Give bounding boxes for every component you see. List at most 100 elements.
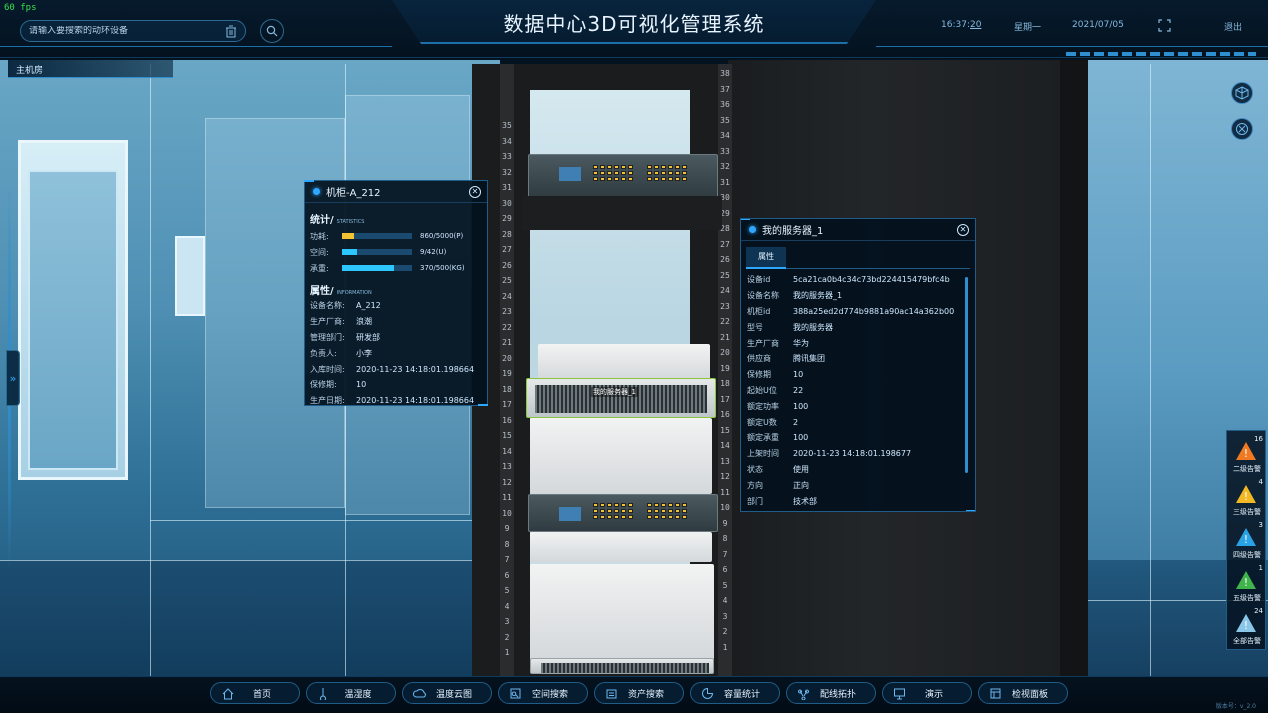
server-top-cover	[530, 564, 714, 660]
u-number: 16	[720, 410, 730, 419]
status-dot	[313, 188, 320, 195]
panel-corner	[966, 510, 975, 511]
u-number: 31	[502, 183, 512, 192]
device-search-input[interactable]	[29, 26, 209, 36]
alarm-item[interactable]: ! 4 三级告警	[1227, 476, 1267, 518]
cabinet-edge	[1060, 60, 1088, 680]
asset-icon	[606, 689, 617, 699]
close-icon[interactable]: ✕	[469, 186, 481, 198]
info-key: 入库时间:	[310, 364, 345, 374]
property-row: 状态 使用	[747, 462, 975, 478]
device-search-box[interactable]	[20, 20, 246, 42]
alarm-item[interactable]: ! 24 全部告警	[1227, 605, 1267, 647]
u-number: 16	[502, 415, 512, 425]
u-number: 24	[720, 286, 730, 295]
u-number: 11	[720, 487, 730, 497]
property-value: 腾讯集团	[793, 354, 825, 364]
property-value: 华为	[793, 338, 809, 348]
alarm-item[interactable]: ! 3 四级告警	[1227, 519, 1267, 561]
property-value: 10	[793, 370, 804, 380]
info-heading: 属性/INFORMATION	[310, 286, 372, 297]
nav-item-4[interactable]: 空间搜索	[498, 682, 588, 704]
room-tab[interactable]: 主机房	[8, 60, 173, 78]
u-number: 17	[502, 400, 512, 409]
panel-corner	[741, 219, 750, 220]
version-label: 版本号：v_2.0	[1215, 703, 1256, 710]
info-row: 生产厂商: 浪潮	[310, 314, 487, 330]
u-number: 7	[722, 549, 728, 559]
u-number: 6	[722, 565, 728, 574]
cabinet-panel-title: 机柜-A_212	[326, 188, 381, 199]
u-number: 35	[502, 121, 512, 130]
property-row: 设备名称 我的服务器_1	[747, 288, 975, 304]
info-key: 设备名称:	[310, 301, 345, 311]
property-value: 388a25ed2d774b9881a90ac14a362b00	[793, 306, 955, 316]
switch-ports	[593, 503, 633, 519]
panel-scrollbar[interactable]	[965, 277, 968, 473]
u-number: 18	[502, 384, 512, 394]
trash-icon[interactable]	[225, 25, 237, 38]
header-divider	[876, 46, 1268, 47]
cabinet-info-panel: 机柜-A_212 ✕ 统计/STATISTICS 功耗: 860/5000(P) 空…	[304, 180, 488, 406]
property-value: 2	[793, 417, 799, 427]
nav-item-3[interactable]: 温度云图	[402, 682, 492, 704]
warning-triangle-icon: !	[1236, 485, 1256, 503]
u-number: 20	[720, 348, 730, 357]
boundary-line	[1150, 64, 1151, 676]
switch-module	[559, 167, 581, 181]
alarm-count: 4	[1258, 478, 1263, 486]
server-device-selected[interactable]: 我的服务器_1	[526, 378, 716, 418]
u-number: 11	[502, 493, 512, 502]
property-key: 生产厂商	[747, 338, 779, 348]
info-value: 小李	[356, 348, 372, 358]
server-device[interactable]	[530, 658, 714, 674]
view-3d-button[interactable]	[1231, 82, 1253, 104]
boundary-line	[0, 560, 500, 561]
property-row: 机柜id 388a25ed2d774b9881a90ac14a362b00	[747, 304, 975, 320]
property-value: 我的服务器	[793, 322, 833, 332]
property-row: 额定功率 100	[747, 398, 975, 414]
nav-item-5[interactable]: 资产搜索	[594, 682, 684, 704]
switch-ports	[647, 165, 687, 181]
nav-item-label: 空间搜索	[531, 689, 568, 700]
u-number: 25	[720, 270, 730, 280]
logout-button[interactable]: 退出	[1224, 20, 1242, 33]
fullscreen-icon[interactable]	[1158, 19, 1171, 32]
nav-item-1[interactable]: 首页	[210, 682, 300, 704]
warning-triangle-icon: !	[1236, 571, 1256, 589]
nav-item-7[interactable]: 配线拓扑	[786, 682, 876, 704]
3d-scene-viewport[interactable]: 35 34 33 32 31 30 29 28 27 26 25 24 23 22 21 20 19 18 17 16…	[0, 0, 1268, 713]
nav-item-9[interactable]: 检视面板	[978, 682, 1068, 704]
u-number: 9	[504, 524, 510, 533]
property-value: 100	[793, 401, 809, 411]
main-navigation: 首页 温湿度 温度云图 空间搜索 资产搜索 容量统计 配线拓扑 演示 检视面板	[210, 682, 1090, 708]
nav-item-8[interactable]: 演示	[882, 682, 972, 704]
alarm-item[interactable]: ! 16 二级告警	[1227, 433, 1267, 475]
property-key: 上架时间	[747, 449, 779, 459]
warning-triangle-icon: !	[1236, 528, 1256, 546]
u-number: 3	[504, 617, 510, 626]
tab-properties[interactable]: 属性	[746, 247, 786, 269]
u-number: 3	[722, 611, 728, 621]
network-switch-device[interactable]	[528, 154, 718, 198]
nav-item-6[interactable]: 容量统计	[690, 682, 780, 704]
search-button[interactable]	[260, 19, 284, 43]
alarm-item[interactable]: ! 1 五级告警	[1227, 562, 1267, 604]
clock: 16:37:20	[941, 20, 982, 30]
network-switch-device[interactable]	[528, 494, 718, 532]
room-door-inner	[28, 170, 118, 470]
nav-item-label: 配线拓扑	[819, 689, 856, 700]
stat-progress-bar	[342, 265, 412, 271]
svg-text:!: !	[1244, 619, 1248, 632]
close-icon[interactable]: ✕	[957, 224, 969, 236]
property-row: 部门 技术部	[747, 493, 975, 509]
u-number: 17	[720, 394, 730, 404]
u-number: 33	[502, 152, 512, 161]
expand-sidebar-button[interactable]: »	[6, 350, 20, 406]
panel-corner	[478, 404, 488, 406]
warning-triangle-icon: !	[1236, 614, 1256, 632]
u-number: 1	[722, 642, 728, 652]
nav-item-2[interactable]: 温湿度	[306, 682, 396, 704]
rotate-view-button[interactable]	[1231, 118, 1253, 140]
u-number: 28	[502, 229, 512, 239]
